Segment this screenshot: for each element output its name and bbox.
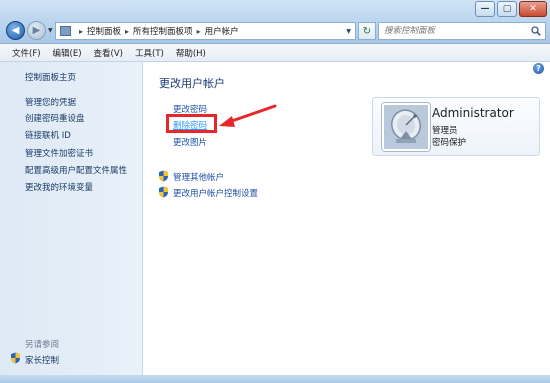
- search-input[interactable]: [378, 22, 546, 40]
- menu-tools[interactable]: 工具(T): [135, 47, 164, 59]
- breadcrumb-separator: ▸: [125, 26, 130, 36]
- menu-edit[interactable]: 编辑(E): [53, 47, 82, 59]
- shield-icon: [159, 186, 168, 198]
- address-bar[interactable]: ▸ 控制面板 ▸ 所有控制面板项 ▸ 用户帐户 ▼: [55, 22, 356, 40]
- menu-view[interactable]: 查看(V): [94, 47, 123, 59]
- close-button[interactable]: ✕: [519, 1, 547, 17]
- sidebar-item-link-online-id[interactable]: 链接联机 ID: [25, 129, 71, 141]
- red-arrow-annotation: [219, 104, 277, 127]
- highlight-annotation-box: [166, 114, 217, 133]
- sidebar-item-create-reset-disk[interactable]: 创建密码重设盘: [25, 112, 85, 124]
- sidebar-item-control-panel-home[interactable]: 控制面板主页: [25, 71, 76, 83]
- uac-settings-link[interactable]: 更改用户帐户控制设置: [173, 187, 258, 199]
- menu-help[interactable]: 帮助(H): [176, 47, 206, 59]
- search-icon[interactable]: [531, 26, 541, 36]
- user-name: Administrator: [432, 106, 514, 120]
- user-account-card: Administrator 管理员 密码保护: [372, 97, 540, 156]
- sidebar: 控制面板主页 管理您的凭据 创建密码重设盘 链接联机 ID 管理文件加密证书 配…: [0, 62, 143, 375]
- back-arrow-icon: ◀: [11, 25, 20, 36]
- maximize-button[interactable]: ▢: [497, 1, 517, 17]
- parental-controls-link[interactable]: 家长控制: [25, 354, 59, 366]
- address-dropdown-icon[interactable]: ▼: [346, 28, 351, 35]
- page-title: 更改用户帐户: [159, 77, 225, 90]
- refresh-button[interactable]: ↻: [358, 22, 376, 40]
- sidebar-item-profile-properties[interactable]: 配置高级用户配置文件属性: [25, 164, 127, 176]
- shield-icon: [11, 352, 20, 364]
- sidebar-item-manage-credentials[interactable]: 管理您的凭据: [25, 96, 76, 108]
- password-status: 密码保护: [432, 138, 467, 148]
- sidebar-item-environment-variables[interactable]: 更改我的环境变量: [25, 181, 93, 193]
- minimize-button[interactable]: —: [475, 1, 495, 17]
- menu-file[interactable]: 文件(F): [12, 47, 41, 59]
- menu-bar: 文件(F) 编辑(E) 查看(V) 工具(T) 帮助(H): [0, 44, 550, 62]
- refresh-icon: ↻: [362, 25, 372, 37]
- title-bar: — ▢ ✕ ◀ ▶ ▼ ▸ 控制面板 ▸ 所有控制面板项 ▸ 用户帐户 ▼ ↻: [0, 0, 550, 44]
- recent-pages-dropdown[interactable]: ▼: [48, 27, 53, 34]
- breadcrumb-separator: ▸: [196, 26, 201, 36]
- window-bottom-border: [0, 375, 550, 383]
- breadcrumb-control-panel[interactable]: 控制面板: [87, 25, 121, 37]
- shield-icon: [159, 170, 168, 182]
- forward-arrow-icon: ▶: [32, 25, 41, 36]
- back-button[interactable]: ◀: [6, 21, 25, 40]
- control-panel-icon: [60, 26, 71, 36]
- change-picture-link[interactable]: 更改图片: [173, 136, 207, 148]
- satellite-dish-icon: [384, 105, 428, 149]
- manage-other-accounts-link[interactable]: 管理其他帐户: [173, 171, 224, 183]
- forward-button[interactable]: ▶: [27, 21, 46, 40]
- breadcrumb-separator: ▸: [79, 26, 84, 36]
- sidebar-item-file-encryption[interactable]: 管理文件加密证书: [25, 147, 93, 159]
- user-role: 管理员: [432, 126, 458, 136]
- breadcrumb-all-items[interactable]: 所有控制面板项: [133, 25, 193, 37]
- avatar[interactable]: [382, 103, 430, 151]
- help-icon[interactable]: ?: [533, 63, 544, 74]
- see-also-heading: 另请参阅: [25, 340, 60, 350]
- breadcrumb-user-accounts[interactable]: 用户帐户: [205, 25, 239, 37]
